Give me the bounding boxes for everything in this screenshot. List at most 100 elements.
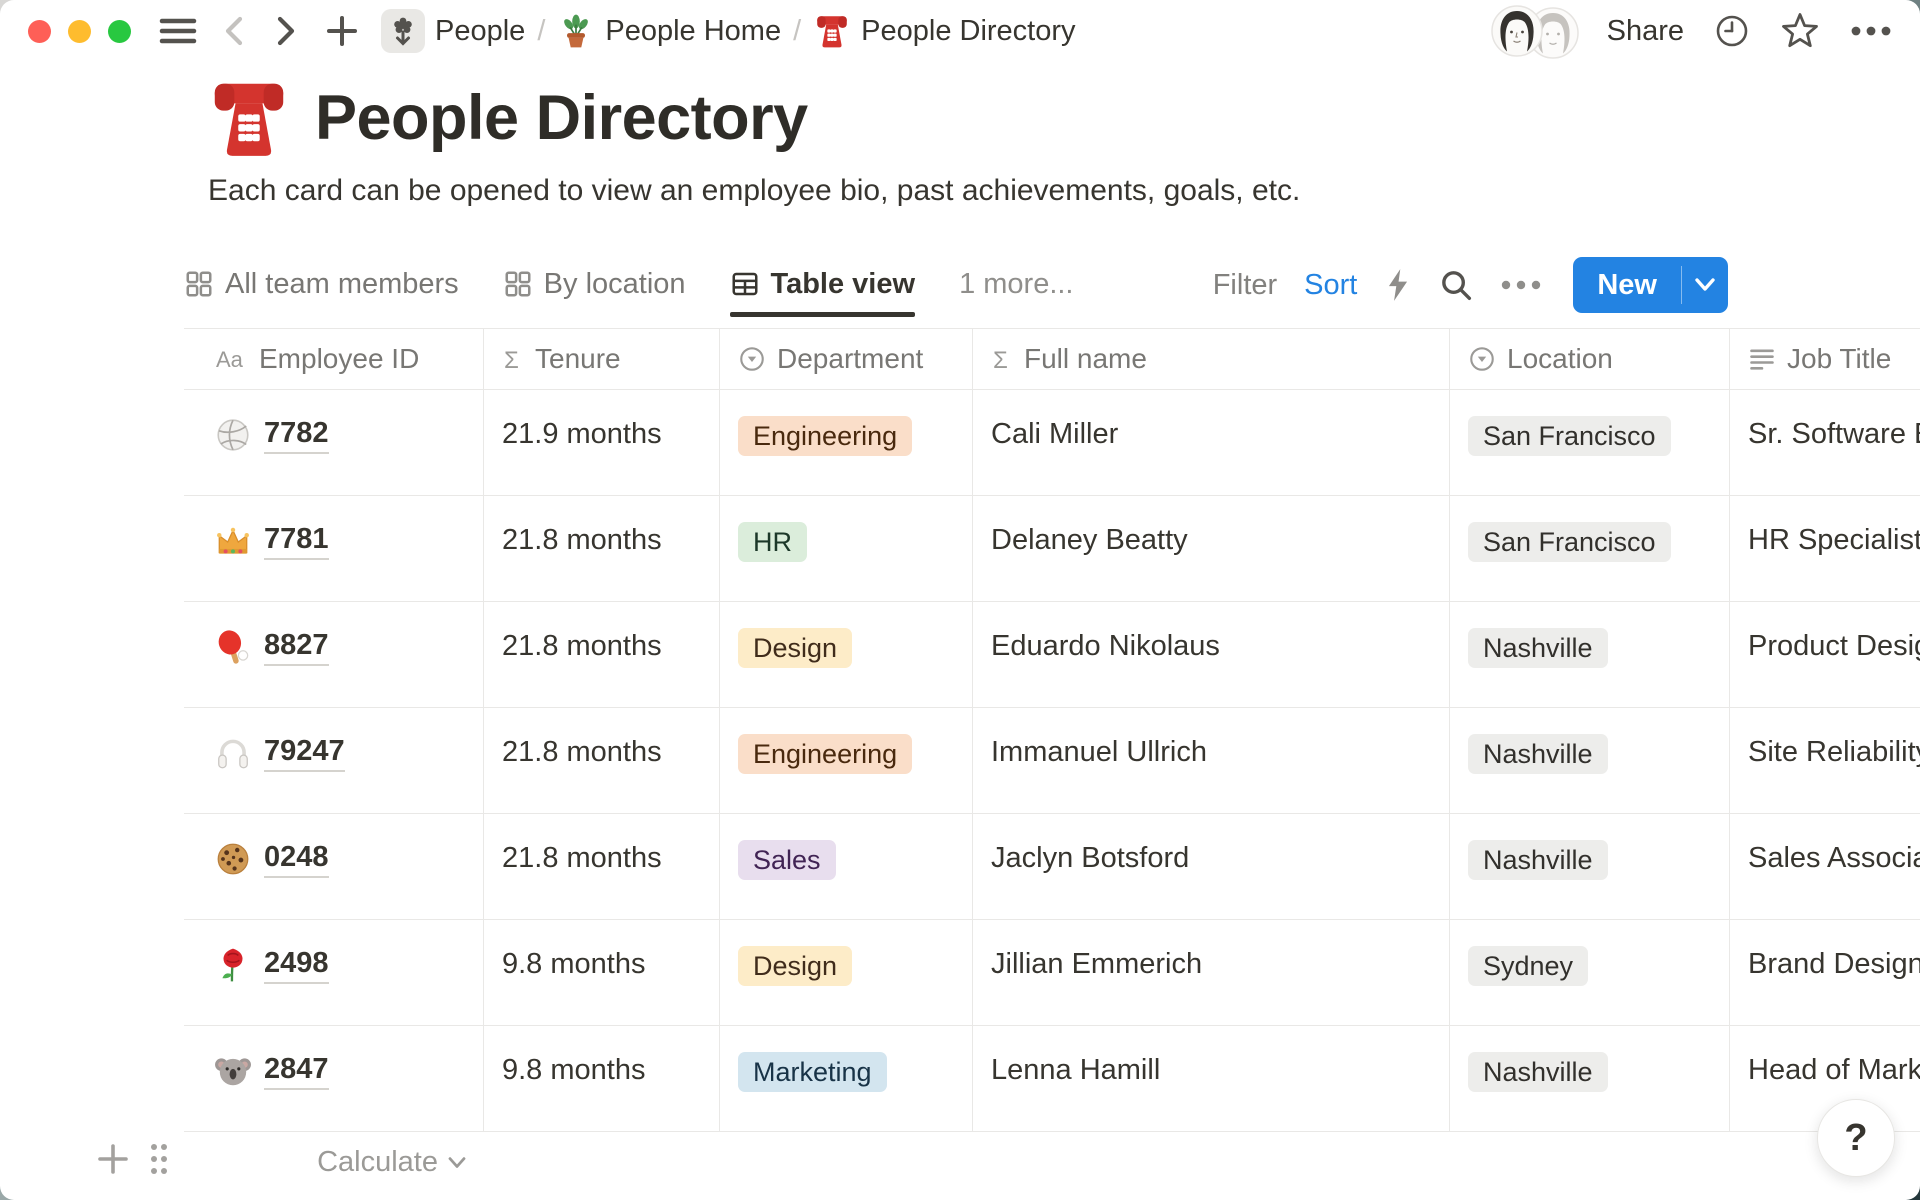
employee-id-link[interactable]: 2847 <box>264 1052 329 1090</box>
sort-button[interactable]: Sort <box>1304 269 1357 302</box>
table-row[interactable]: 79247 21.8 months Engineering Immanuel U… <box>184 708 1920 814</box>
cell-full-name[interactable]: Jaclyn Botsford <box>973 814 1450 919</box>
page-title[interactable]: People Directory <box>315 82 808 154</box>
cell-department[interactable]: Sales <box>720 814 973 919</box>
cell-location[interactable]: San Francisco <box>1450 496 1730 601</box>
cell-employee-id[interactable]: 7782 <box>184 390 484 495</box>
cell-full-name[interactable]: Jillian Emmerich <box>973 920 1450 1025</box>
cell-employee-id[interactable]: 8827 <box>184 602 484 707</box>
employee-id-link[interactable]: 2498 <box>264 946 329 984</box>
cell-department[interactable]: Design <box>720 602 973 707</box>
cell-tenure[interactable]: 21.9 months <box>484 390 720 495</box>
column-header-full-name[interactable]: ΣFull name <box>973 329 1450 389</box>
collaborator-avatars[interactable] <box>1491 5 1575 57</box>
more-options-icon[interactable] <box>1850 25 1892 37</box>
cell-full-name[interactable]: Delaney Beatty <box>973 496 1450 601</box>
cell-location[interactable]: Nashville <box>1450 602 1730 707</box>
svg-text:Aa: Aa <box>216 347 244 372</box>
tab-table-view[interactable]: Table view <box>730 268 916 315</box>
cell-employee-id[interactable]: 2847 <box>184 1026 484 1131</box>
help-button[interactable]: ? <box>1817 1099 1895 1177</box>
breadcrumb-item-people-directory[interactable]: People Directory <box>813 11 1075 51</box>
tab-by-location[interactable]: By location <box>503 268 686 315</box>
tab-all-team-members[interactable]: All team members <box>184 268 459 315</box>
calculate-dropdown[interactable]: Calculate <box>184 1146 468 1179</box>
cell-employee-id[interactable]: 7781 <box>184 496 484 601</box>
cell-location[interactable]: Nashville <box>1450 814 1730 919</box>
employee-id-link[interactable]: 79247 <box>264 734 345 772</box>
tag-nashville: Nashville <box>1468 628 1608 668</box>
cell-tenure[interactable]: 9.8 months <box>484 1026 720 1131</box>
cell-location[interactable]: Nashville <box>1450 708 1730 813</box>
page-description[interactable]: Each card can be opened to view an emplo… <box>208 174 1300 208</box>
employee-id-link[interactable]: 7782 <box>264 416 329 454</box>
cell-tenure[interactable]: 21.8 months <box>484 708 720 813</box>
column-header-location[interactable]: Location <box>1450 329 1730 389</box>
drag-handle-icon[interactable] <box>146 1140 172 1178</box>
add-row-plus-icon[interactable] <box>96 1142 130 1176</box>
minimize-window-button[interactable] <box>68 20 91 43</box>
cell-job-title[interactable]: Product Desig <box>1730 602 1920 707</box>
new-button[interactable]: New <box>1573 257 1681 313</box>
cell-job-title[interactable]: Site Reliability <box>1730 708 1920 813</box>
table-row[interactable]: 7782 21.9 months Engineering Cali Miller… <box>184 390 1920 496</box>
employee-id-link[interactable]: 7781 <box>264 522 329 560</box>
search-icon[interactable] <box>1439 268 1473 302</box>
cell-full-name[interactable]: Immanuel Ullrich <box>973 708 1450 813</box>
new-button-dropdown[interactable] <box>1682 257 1728 313</box>
filter-button[interactable]: Filter <box>1213 269 1277 302</box>
cell-employee-id[interactable]: 2498 <box>184 920 484 1025</box>
breadcrumb-item-people-home[interactable]: People Home <box>557 11 781 51</box>
table-row[interactable]: 2498 9.8 months Design Jillian Emmerich … <box>184 920 1920 1026</box>
cell-location[interactable]: San Francisco <box>1450 390 1730 495</box>
page-icon-red-telephone[interactable] <box>205 72 293 164</box>
zoom-window-button[interactable] <box>108 20 131 43</box>
cell-tenure[interactable]: 21.8 months <box>484 814 720 919</box>
cell-department[interactable]: Marketing <box>720 1026 973 1131</box>
cell-employee-id[interactable]: 0248 <box>184 814 484 919</box>
cell-department[interactable]: Design <box>720 920 973 1025</box>
column-header-employee-id[interactable]: AaEmployee ID <box>184 329 484 389</box>
column-header-department[interactable]: Department <box>720 329 973 389</box>
table-row[interactable]: 8827 21.8 months Design Eduardo Nikolaus… <box>184 602 1920 708</box>
cell-department[interactable]: Engineering <box>720 390 973 495</box>
table-row[interactable]: 0248 21.8 months Sales Jaclyn Botsford N… <box>184 814 1920 920</box>
cell-job-title[interactable]: Sales Associa <box>1730 814 1920 919</box>
cell-location[interactable]: Sydney <box>1450 920 1730 1025</box>
breadcrumb-item-people[interactable]: People <box>381 9 525 53</box>
avatar[interactable] <box>1491 5 1543 57</box>
cell-full-name[interactable]: Lenna Hamill <box>973 1026 1450 1131</box>
table-row[interactable]: 2847 9.8 months Marketing Lenna Hamill N… <box>184 1026 1920 1132</box>
cell-job-title[interactable]: HR Specialist <box>1730 496 1920 601</box>
svg-text:Σ: Σ <box>504 347 519 373</box>
close-window-button[interactable] <box>28 20 51 43</box>
tag-engineering: Engineering <box>738 734 912 774</box>
sidebar-toggle-button[interactable] <box>159 16 197 46</box>
tab-1-more[interactable]: 1 more... <box>959 268 1073 315</box>
cell-full-name[interactable]: Eduardo Nikolaus <box>973 602 1450 707</box>
cell-full-name[interactable]: Cali Miller <box>973 390 1450 495</box>
back-button[interactable] <box>221 14 247 48</box>
cell-job-title[interactable]: Brand Design <box>1730 920 1920 1025</box>
cell-department[interactable]: Engineering <box>720 708 973 813</box>
history-clock-icon[interactable] <box>1714 13 1750 49</box>
automation-bolt-icon[interactable] <box>1384 268 1412 302</box>
favorite-star-icon[interactable] <box>1780 12 1820 50</box>
column-header-tenure[interactable]: ΣTenure <box>484 329 720 389</box>
new-tab-button[interactable] <box>325 14 359 48</box>
cell-employee-id[interactable]: 79247 <box>184 708 484 813</box>
view-settings-ellipsis-icon[interactable] <box>1500 279 1542 291</box>
cell-tenure[interactable]: 9.8 months <box>484 920 720 1025</box>
table-row[interactable]: 7781 21.8 months HR Delaney Beatty San F… <box>184 496 1920 602</box>
top-bar: People/People Home/People Directory Shar… <box>0 0 1920 62</box>
cell-tenure[interactable]: 21.8 months <box>484 602 720 707</box>
cell-location[interactable]: Nashville <box>1450 1026 1730 1131</box>
column-header-job-title[interactable]: Job Title <box>1730 329 1920 389</box>
employee-id-link[interactable]: 0248 <box>264 840 329 878</box>
cell-tenure[interactable]: 21.8 months <box>484 496 720 601</box>
employee-id-link[interactable]: 8827 <box>264 628 329 666</box>
share-button[interactable]: Share <box>1607 15 1684 48</box>
cell-job-title[interactable]: Sr. Software E <box>1730 390 1920 495</box>
forward-button[interactable] <box>273 14 299 48</box>
cell-department[interactable]: HR <box>720 496 973 601</box>
